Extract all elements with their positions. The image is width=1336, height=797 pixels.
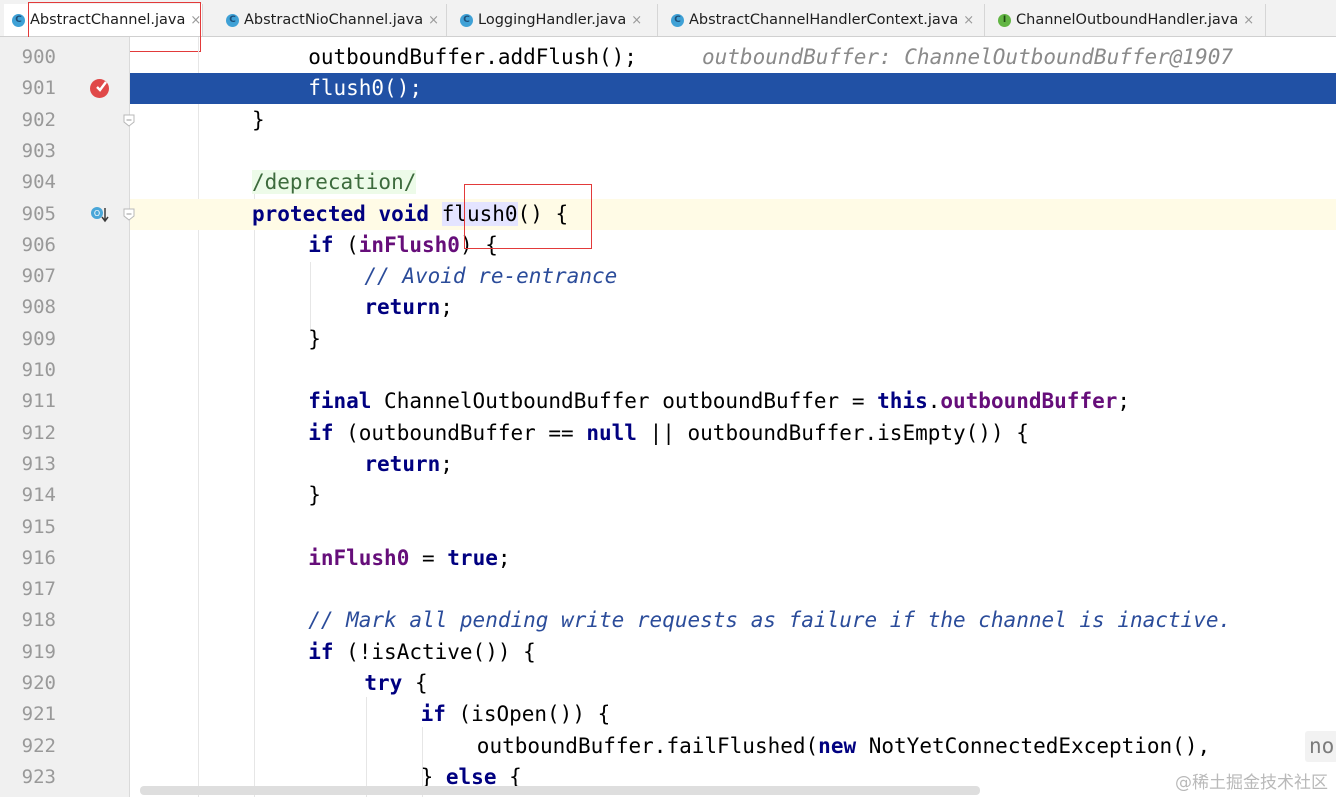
- overrides-method-icon[interactable]: O: [90, 206, 112, 224]
- code-text: protected void flush0() {: [252, 201, 569, 226]
- line-number: 901: [21, 77, 56, 100]
- breakpoint-icon[interactable]: [90, 79, 109, 99]
- line-number: 916: [21, 546, 56, 569]
- code-line[interactable]: 907 // Avoid re-entrance: [0, 261, 1336, 292]
- line-number: 900: [21, 46, 56, 68]
- line-number: 917: [21, 578, 56, 601]
- line-number: 906: [21, 233, 56, 256]
- code-text: // Avoid re-entrance: [364, 264, 618, 289]
- tab-label: AbstractChannelHandlerContext.java: [689, 12, 959, 28]
- line-number: 908: [21, 296, 56, 319]
- code-line[interactable]: 910: [0, 355, 1336, 386]
- interface-icon: I: [998, 13, 1011, 27]
- code-text: if (outboundBuffer == null || outboundBu…: [308, 420, 1029, 445]
- code-line[interactable]: 915: [0, 512, 1336, 543]
- line-number: 914: [21, 484, 56, 507]
- line-number: 919: [21, 640, 56, 663]
- code-line[interactable]: 904/deprecation/: [0, 167, 1336, 198]
- code-line[interactable]: 908 return;: [0, 292, 1336, 323]
- line-number: 923: [21, 765, 56, 788]
- tab-abstract-channel[interactable]: C AbstractChannel.java ×: [4, 4, 203, 36]
- line-number: 904: [21, 171, 56, 194]
- line-number: 913: [21, 452, 56, 475]
- editor-tab-bar: C AbstractChannel.java × C AbstractNioCh…: [0, 0, 1336, 37]
- code-text: return;: [364, 295, 453, 320]
- close-icon[interactable]: ×: [631, 13, 642, 28]
- code-line[interactable]: 911 final ChannelOutboundBuffer outboundB…: [0, 386, 1336, 417]
- code-line[interactable]: 912 if (outboundBuffer == null || outboun…: [0, 418, 1336, 449]
- line-number: 910: [21, 359, 56, 381]
- line-number: 920: [21, 672, 56, 694]
- code-text: inFlush0 = true;: [308, 545, 511, 570]
- watermark: @稀土掘金技术社区: [1175, 773, 1328, 793]
- code-text: outboundBuffer.addFlush();: [308, 45, 637, 69]
- code-line[interactable]: 903: [0, 136, 1336, 167]
- class-icon: C: [226, 13, 239, 27]
- line-number: 918: [21, 609, 56, 632]
- code-line[interactable]: 922 outboundBuffer.failFlushed(new NotYet…: [0, 730, 1336, 762]
- tab-label: AbstractNioChannel.java: [244, 12, 424, 28]
- line-number: 907: [21, 265, 56, 288]
- tab-channel-outbound-handler[interactable]: I ChannelOutboundHandler.java ×: [990, 4, 1266, 36]
- horizontal-scrollbar[interactable]: [140, 786, 980, 795]
- fold-icon[interactable]: [123, 114, 135, 127]
- tab-abstract-channel-handler-context[interactable]: C AbstractChannelHandlerContext.java ×: [663, 4, 985, 36]
- close-icon[interactable]: ×: [1243, 13, 1254, 28]
- tab-abstract-nio-channel[interactable]: C AbstractNioChannel.java ×: [218, 4, 447, 36]
- code-text: }: [308, 483, 321, 508]
- svg-text:O: O: [94, 209, 100, 218]
- code-line[interactable]: 916 inFlush0 = true;: [0, 543, 1336, 574]
- code-line[interactable]: 906 if (inFlush0) {: [0, 230, 1336, 261]
- code-line[interactable]: 905 protected void flush0() { O: [0, 198, 1336, 230]
- code-line[interactable]: 920 try {: [0, 668, 1336, 699]
- line-number: 921: [21, 703, 56, 726]
- tab-label: LoggingHandler.java: [478, 12, 627, 28]
- code-text: try {: [364, 671, 428, 695]
- code-text: outboundBuffer.failFlushed(new NotYetCon…: [476, 733, 1211, 758]
- code-text: flush0();: [308, 76, 422, 101]
- code-line[interactable]: 914}: [0, 480, 1336, 511]
- line-number: 905: [21, 202, 56, 225]
- code-line[interactable]: 921 if (isOpen()) {: [0, 699, 1336, 730]
- code-line[interactable]: 918 // Mark all pending write requests as…: [0, 605, 1336, 636]
- tab-label: AbstractChannel.java: [30, 12, 186, 28]
- line-number: 922: [21, 734, 56, 757]
- parameter-hint: no: [1305, 730, 1336, 762]
- close-icon[interactable]: ×: [190, 13, 201, 28]
- code-text: /deprecation/: [252, 170, 417, 195]
- code-line[interactable]: 901 flush0();: [0, 73, 1336, 105]
- tab-logging-handler[interactable]: C LoggingHandler.java ×: [452, 4, 658, 36]
- code-text: if (inFlush0) {: [308, 232, 498, 257]
- code-text: if (!isActive()) {: [308, 639, 536, 664]
- line-number: 909: [21, 327, 56, 350]
- line-number: 903: [21, 139, 56, 162]
- class-icon: C: [460, 13, 473, 27]
- class-icon: C: [12, 13, 25, 27]
- code-line[interactable]: 917: [0, 574, 1336, 605]
- code-text: if (isOpen()) {: [420, 702, 611, 727]
- close-icon[interactable]: ×: [963, 13, 974, 28]
- code-line[interactable]: 900 outboundBuffer.addFlush(); outboundBuf…: [0, 42, 1336, 73]
- code-line[interactable]: 909}: [0, 324, 1336, 355]
- inline-debug-value: outboundBuffer: ChannelOutboundBuffer@19…: [702, 45, 1234, 69]
- code-text: }: [252, 107, 265, 132]
- line-number: 911: [21, 390, 56, 413]
- line-number: 912: [21, 421, 56, 444]
- code-text: // Mark all pending write requests as fa…: [308, 608, 1232, 633]
- fold-icon[interactable]: [123, 208, 135, 221]
- code-line[interactable]: 902}: [0, 105, 1336, 136]
- class-icon: C: [671, 13, 684, 27]
- tab-label: ChannelOutboundHandler.java: [1016, 12, 1239, 28]
- code-text: }: [308, 326, 321, 351]
- code-text: return;: [364, 451, 453, 476]
- close-icon[interactable]: ×: [428, 13, 439, 28]
- code-text: final ChannelOutboundBuffer outboundBuff…: [308, 389, 1131, 414]
- code-line[interactable]: 919 if (!isActive()) {: [0, 637, 1336, 668]
- line-number: 915: [21, 515, 56, 538]
- line-number: 902: [21, 108, 56, 131]
- code-line[interactable]: 913 return;: [0, 449, 1336, 480]
